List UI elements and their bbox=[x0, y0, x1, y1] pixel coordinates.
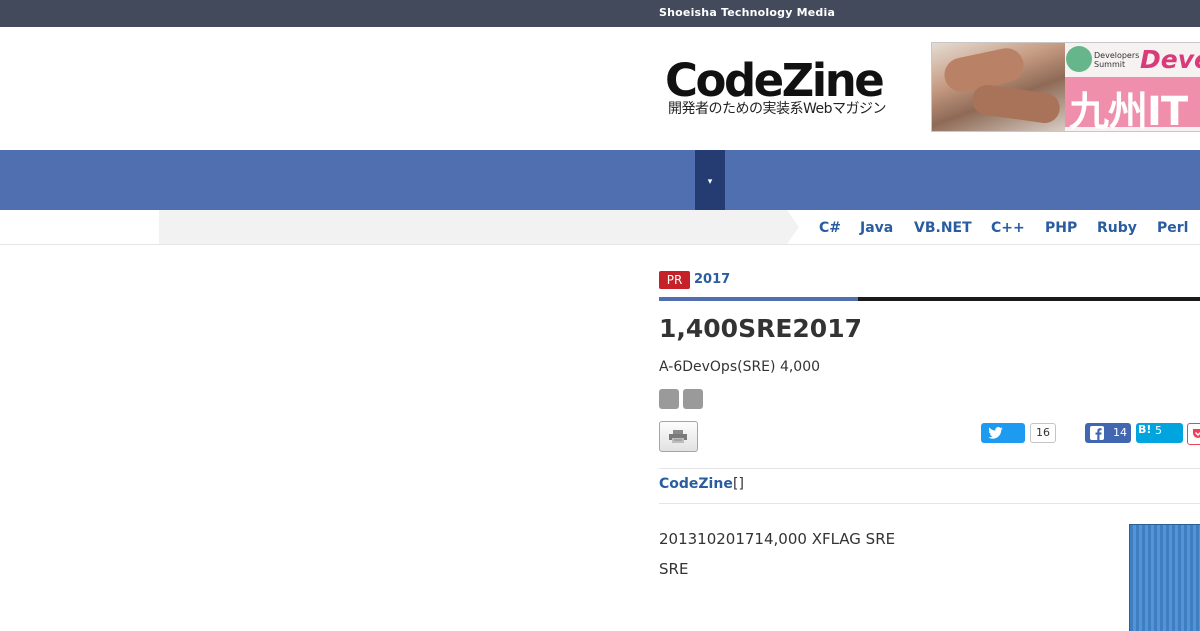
chevron-down-icon: ▾ bbox=[707, 177, 713, 187]
twitter-share-count: 16 bbox=[1030, 423, 1056, 443]
hatena-bookmark-icon: B! bbox=[1138, 423, 1152, 436]
breadcrumb-arrow bbox=[787, 210, 799, 244]
event-year-link[interactable]: 2017 bbox=[694, 272, 730, 287]
facebook-share-count: 14 bbox=[1113, 426, 1127, 439]
breadcrumb-bar bbox=[159, 210, 787, 244]
subnav-link-cpp[interactable]: C++ bbox=[991, 220, 1025, 236]
tag-chip[interactable] bbox=[683, 389, 703, 409]
pocket-icon bbox=[1193, 429, 1200, 438]
logo-tagline: 開発者のための実装系Webマガジン bbox=[668, 101, 887, 117]
site-logo[interactable]: CodeZine 開発者のための実装系Webマガジン bbox=[665, 58, 890, 118]
print-button[interactable] bbox=[659, 421, 698, 452]
pocket-save-button[interactable] bbox=[1187, 423, 1200, 445]
article-body-line: SRE bbox=[659, 560, 689, 578]
devsumi-logo-icon bbox=[1066, 46, 1092, 72]
divider bbox=[659, 503, 1200, 504]
subnav-link-java[interactable]: Java bbox=[860, 220, 893, 236]
subnav-link-php[interactable]: PHP bbox=[1045, 220, 1077, 236]
facebook-icon bbox=[1090, 426, 1104, 440]
divider bbox=[659, 468, 1200, 469]
twitter-icon bbox=[988, 427, 1003, 439]
article-lead: A-6DevOps(SRE) 4,000 bbox=[659, 359, 821, 375]
ad-logo-text: Developers Summit bbox=[1094, 51, 1140, 69]
tag-chip[interactable] bbox=[659, 389, 679, 409]
subnav-link-vbnet[interactable]: VB.NET bbox=[914, 220, 972, 236]
twitter-share-button[interactable] bbox=[981, 423, 1025, 443]
subnav-link-ruby[interactable]: Ruby bbox=[1097, 220, 1137, 236]
article-image bbox=[1129, 524, 1200, 631]
ad-subheadline: 九州IT bbox=[1069, 89, 1188, 132]
pr-badge: PR bbox=[659, 271, 690, 289]
source-link[interactable]: CodeZine bbox=[659, 476, 733, 492]
ad-banner[interactable]: Developers Summit Deve 九州IT bbox=[931, 42, 1200, 132]
article-body-line: 201310201714,000 XFLAG SRE bbox=[659, 530, 896, 548]
subnav-link-perl[interactable]: Perl bbox=[1157, 220, 1188, 236]
title-rule bbox=[858, 297, 1200, 301]
top-bar: Shoeisha Technology Media bbox=[0, 0, 1200, 27]
nav-dropdown-toggle[interactable]: ▾ bbox=[695, 150, 725, 210]
hatena-bookmark-count: 5 bbox=[1155, 424, 1162, 437]
source-suffix: [] bbox=[733, 476, 744, 492]
printer-icon bbox=[669, 430, 687, 443]
ad-headline: Deve bbox=[1140, 45, 1200, 74]
main-navigation bbox=[0, 150, 1200, 210]
article-title: 1,400SRE2017 bbox=[659, 314, 862, 343]
subnav-link-csharp[interactable]: C# bbox=[819, 220, 841, 236]
title-rule-accent bbox=[659, 297, 858, 301]
network-label[interactable]: Shoeisha Technology Media bbox=[659, 6, 835, 19]
